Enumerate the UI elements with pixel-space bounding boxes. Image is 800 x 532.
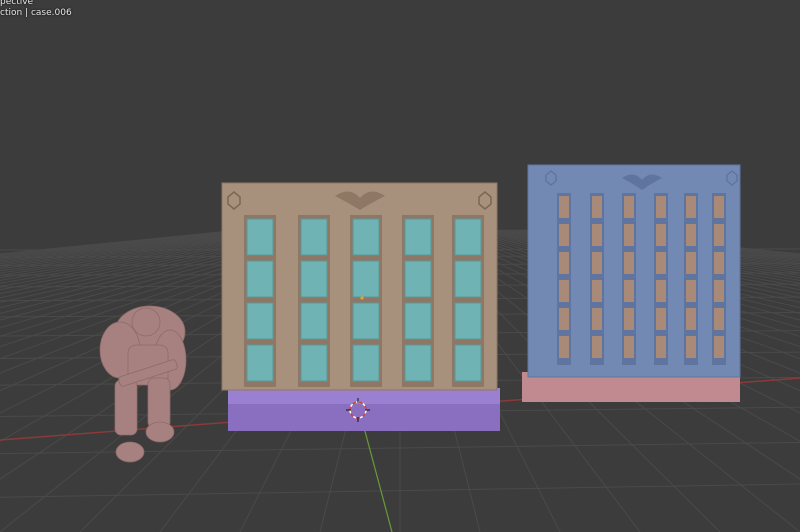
slot-cell <box>714 280 724 302</box>
tan-rack-wall[interactable] <box>221 182 500 431</box>
scene-canvas[interactable] <box>0 0 800 532</box>
slot-cell <box>559 308 569 330</box>
slot-cell <box>404 260 432 298</box>
slot-cell <box>404 344 432 382</box>
slot-cell <box>686 252 696 274</box>
slot-cell <box>352 302 380 340</box>
slot-cell <box>714 308 724 330</box>
slot-cell <box>592 196 602 218</box>
slot-cell <box>300 344 328 382</box>
slot-cell <box>656 224 666 246</box>
slot-cell <box>656 280 666 302</box>
3d-viewport[interactable]: pective ction | case.006 <box>0 0 800 532</box>
slot-cell <box>624 224 634 246</box>
origin-point <box>360 296 364 300</box>
slot-cell <box>592 280 602 302</box>
slot-cell <box>454 344 482 382</box>
slot-cell <box>559 252 569 274</box>
slot-cell <box>592 224 602 246</box>
slot-cell <box>656 196 666 218</box>
slot-cell <box>624 280 634 302</box>
slot-cell <box>624 196 634 218</box>
view-mode-label: pective <box>0 0 34 7</box>
collection-object-label: ction | case.006 <box>0 8 72 18</box>
slot-cell <box>404 302 432 340</box>
slot-cell <box>559 224 569 246</box>
slot-cell <box>559 280 569 302</box>
slot-cell <box>714 224 724 246</box>
y-axis-line <box>361 419 393 532</box>
slot-cell <box>300 260 328 298</box>
slot-cell <box>714 196 724 218</box>
slot-cell <box>454 218 482 256</box>
slot-cell <box>624 308 634 330</box>
slot-cell <box>592 336 602 358</box>
blue-rack-wall[interactable] <box>522 164 741 402</box>
slot-cell <box>246 302 274 340</box>
slot-cell <box>352 260 380 298</box>
slot-cell <box>686 224 696 246</box>
slot-cell <box>246 260 274 298</box>
slot-cell <box>454 260 482 298</box>
slot-cell <box>714 252 724 274</box>
slot-cell <box>559 196 569 218</box>
slot-cell <box>404 218 432 256</box>
slot-cell <box>656 252 666 274</box>
slot-cell <box>624 336 634 358</box>
slot-cell <box>454 302 482 340</box>
slot-cell <box>656 308 666 330</box>
slot-cell <box>686 280 696 302</box>
slot-cell <box>352 218 380 256</box>
slot-cell <box>714 336 724 358</box>
slot-cell <box>686 336 696 358</box>
slot-cell <box>300 218 328 256</box>
slot-cell <box>656 336 666 358</box>
slot-cell <box>686 196 696 218</box>
slot-cell <box>300 302 328 340</box>
slot-cell <box>686 308 696 330</box>
slot-cell <box>592 252 602 274</box>
slot-cell <box>592 308 602 330</box>
slot-cell <box>559 336 569 358</box>
slot-cell <box>624 252 634 274</box>
slot-cell <box>352 344 380 382</box>
slot-cell <box>246 344 274 382</box>
slot-cell <box>246 218 274 256</box>
